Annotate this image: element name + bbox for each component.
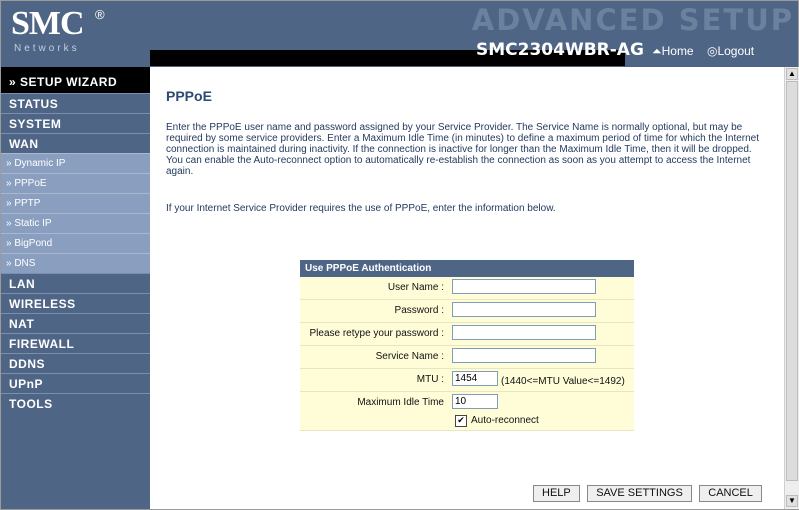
- sidebar-item-lan[interactable]: LAN: [1, 273, 150, 293]
- logout-link[interactable]: ◎Logout: [707, 44, 754, 58]
- model-name: SMC2304WBR-AG: [476, 40, 644, 60]
- username-label: User Name :: [387, 282, 444, 293]
- cancel-button[interactable]: CANCEL: [699, 485, 762, 502]
- action-buttons: HELP SAVE SETTINGS CANCEL: [533, 483, 765, 502]
- form-row-idle-time: Maximum Idle Time ✔ Auto-reconnect: [300, 392, 634, 431]
- vertical-scrollbar[interactable]: ▲ ▼: [784, 67, 799, 509]
- top-nav: ⏶Home ◎Logout: [652, 44, 764, 59]
- page-title: PPPoE: [166, 88, 212, 104]
- page-description: Enter the PPPoE user name and password a…: [166, 122, 760, 177]
- mtu-range-hint: (1440<=MTU Value<=1492): [501, 376, 625, 387]
- password-label: Password :: [394, 305, 444, 316]
- form-row-password: Password :: [300, 300, 634, 323]
- sidebar-subitem-pppoe[interactable]: » PPPoE: [1, 173, 150, 193]
- main-content: PPPoE Enter the PPPoE user name and pass…: [150, 67, 784, 509]
- username-input[interactable]: [452, 279, 596, 294]
- service-name-label: Service Name :: [375, 351, 444, 362]
- brand-logo-text: SMC: [11, 5, 85, 42]
- mtu-label: MTU :: [416, 374, 444, 385]
- sidebar-item-ddns[interactable]: DDNS: [1, 353, 150, 373]
- scroll-thumb[interactable]: [786, 81, 798, 481]
- mtu-input[interactable]: [452, 371, 498, 386]
- idle-time-input[interactable]: [452, 394, 498, 409]
- sidebar-item-upnp[interactable]: UPnP: [1, 373, 150, 393]
- help-button[interactable]: HELP: [533, 485, 580, 502]
- form-row-service-name: Service Name :: [300, 346, 634, 369]
- form-row-username: User Name :: [300, 277, 634, 300]
- sidebar-item-status[interactable]: STATUS: [1, 93, 150, 113]
- sidebar-subitem-bigpond[interactable]: » BigPond: [1, 233, 150, 253]
- logo: SMC ® Networks: [1, 1, 149, 67]
- save-settings-button[interactable]: SAVE SETTINGS: [587, 485, 692, 502]
- sidebar-item-wan[interactable]: WAN: [1, 133, 150, 153]
- sidebar-item-nat[interactable]: NAT: [1, 313, 150, 333]
- sidebar-subitem-pptp[interactable]: » PPTP: [1, 193, 150, 213]
- registered-mark: ®: [95, 7, 105, 22]
- idle-time-label: Maximum Idle Time: [357, 397, 444, 408]
- retype-password-input[interactable]: [452, 325, 596, 340]
- sidebar-subitem-dynamic-ip[interactable]: » Dynamic IP: [1, 153, 150, 173]
- sidebar-subitem-dns[interactable]: » DNS: [1, 253, 150, 273]
- sidebar-item-tools[interactable]: TOOLS: [1, 393, 150, 413]
- banner-title: ADVANCED SETUP: [471, 3, 794, 37]
- sidebar-item-wireless[interactable]: WIRELESS: [1, 293, 150, 313]
- home-link[interactable]: ⏶Home: [652, 44, 694, 58]
- sidebar-subitem-static-ip[interactable]: » Static IP: [1, 213, 150, 233]
- auto-reconnect-checkbox[interactable]: ✔: [455, 415, 467, 427]
- sidebar-item-system[interactable]: SYSTEM: [1, 113, 150, 133]
- password-input[interactable]: [452, 302, 596, 317]
- sidebar-item-firewall[interactable]: FIREWALL: [1, 333, 150, 353]
- page-instruction: If your Internet Service Provider requir…: [166, 203, 556, 214]
- retype-password-label: Please retype your password :: [309, 328, 444, 339]
- scroll-up-arrow-icon[interactable]: ▲: [786, 68, 798, 80]
- scroll-down-arrow-icon[interactable]: ▼: [786, 495, 798, 507]
- form-row-mtu: MTU : (1440<=MTU Value<=1492): [300, 369, 634, 392]
- pppoe-form: Use PPPoE Authentication User Name : Pas…: [300, 260, 634, 431]
- auto-reconnect-label: Auto-reconnect: [471, 415, 539, 426]
- form-row-retype-password: Please retype your password :: [300, 323, 634, 346]
- form-heading: Use PPPoE Authentication: [300, 260, 634, 277]
- sidebar: » SETUP WIZARD STATUS SYSTEM WAN » Dynam…: [1, 67, 150, 509]
- service-name-input[interactable]: [452, 348, 596, 363]
- brand-subtitle: Networks: [14, 43, 80, 54]
- sidebar-item-setup-wizard[interactable]: » SETUP WIZARD: [1, 67, 150, 93]
